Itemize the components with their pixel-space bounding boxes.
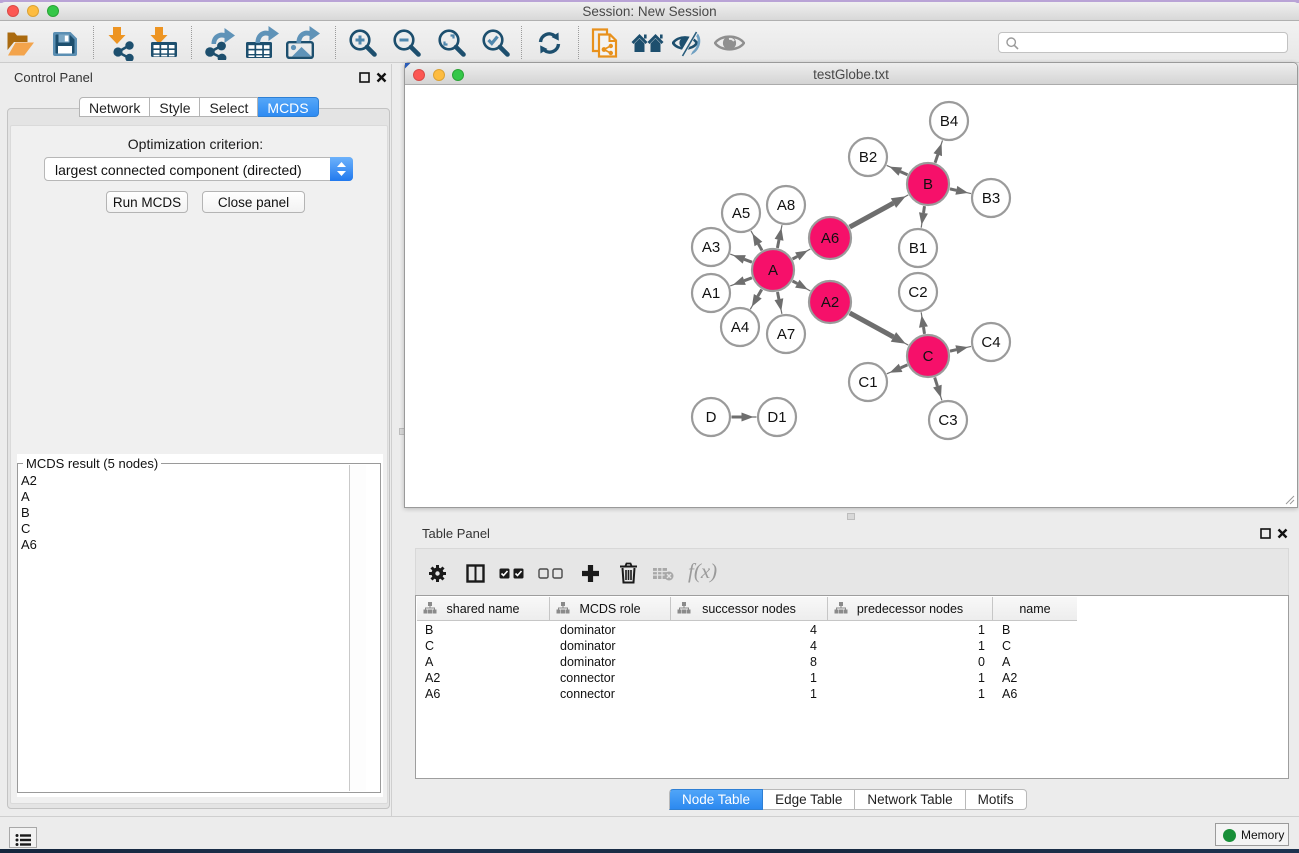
svg-text:D1: D1 [767,409,786,426]
svg-text:A7: A7 [777,326,795,343]
svg-text:A: A [768,262,778,279]
svg-text:A5: A5 [732,205,750,222]
svg-text:C2: C2 [908,284,927,301]
svg-text:A6: A6 [821,230,839,247]
svg-text:A3: A3 [702,239,720,256]
svg-text:A4: A4 [731,319,749,336]
svg-text:C: C [923,348,934,365]
svg-text:A1: A1 [702,285,720,302]
svg-text:B1: B1 [909,240,927,257]
svg-text:B: B [923,176,933,193]
svg-text:C3: C3 [938,412,957,429]
svg-text:A8: A8 [777,197,795,214]
svg-text:B4: B4 [940,113,958,130]
svg-text:A2: A2 [821,294,839,311]
svg-text:B3: B3 [982,190,1000,207]
svg-text:D: D [706,409,717,426]
svg-text:C1: C1 [858,374,877,391]
svg-text:C4: C4 [981,334,1000,351]
svg-text:B2: B2 [859,149,877,166]
